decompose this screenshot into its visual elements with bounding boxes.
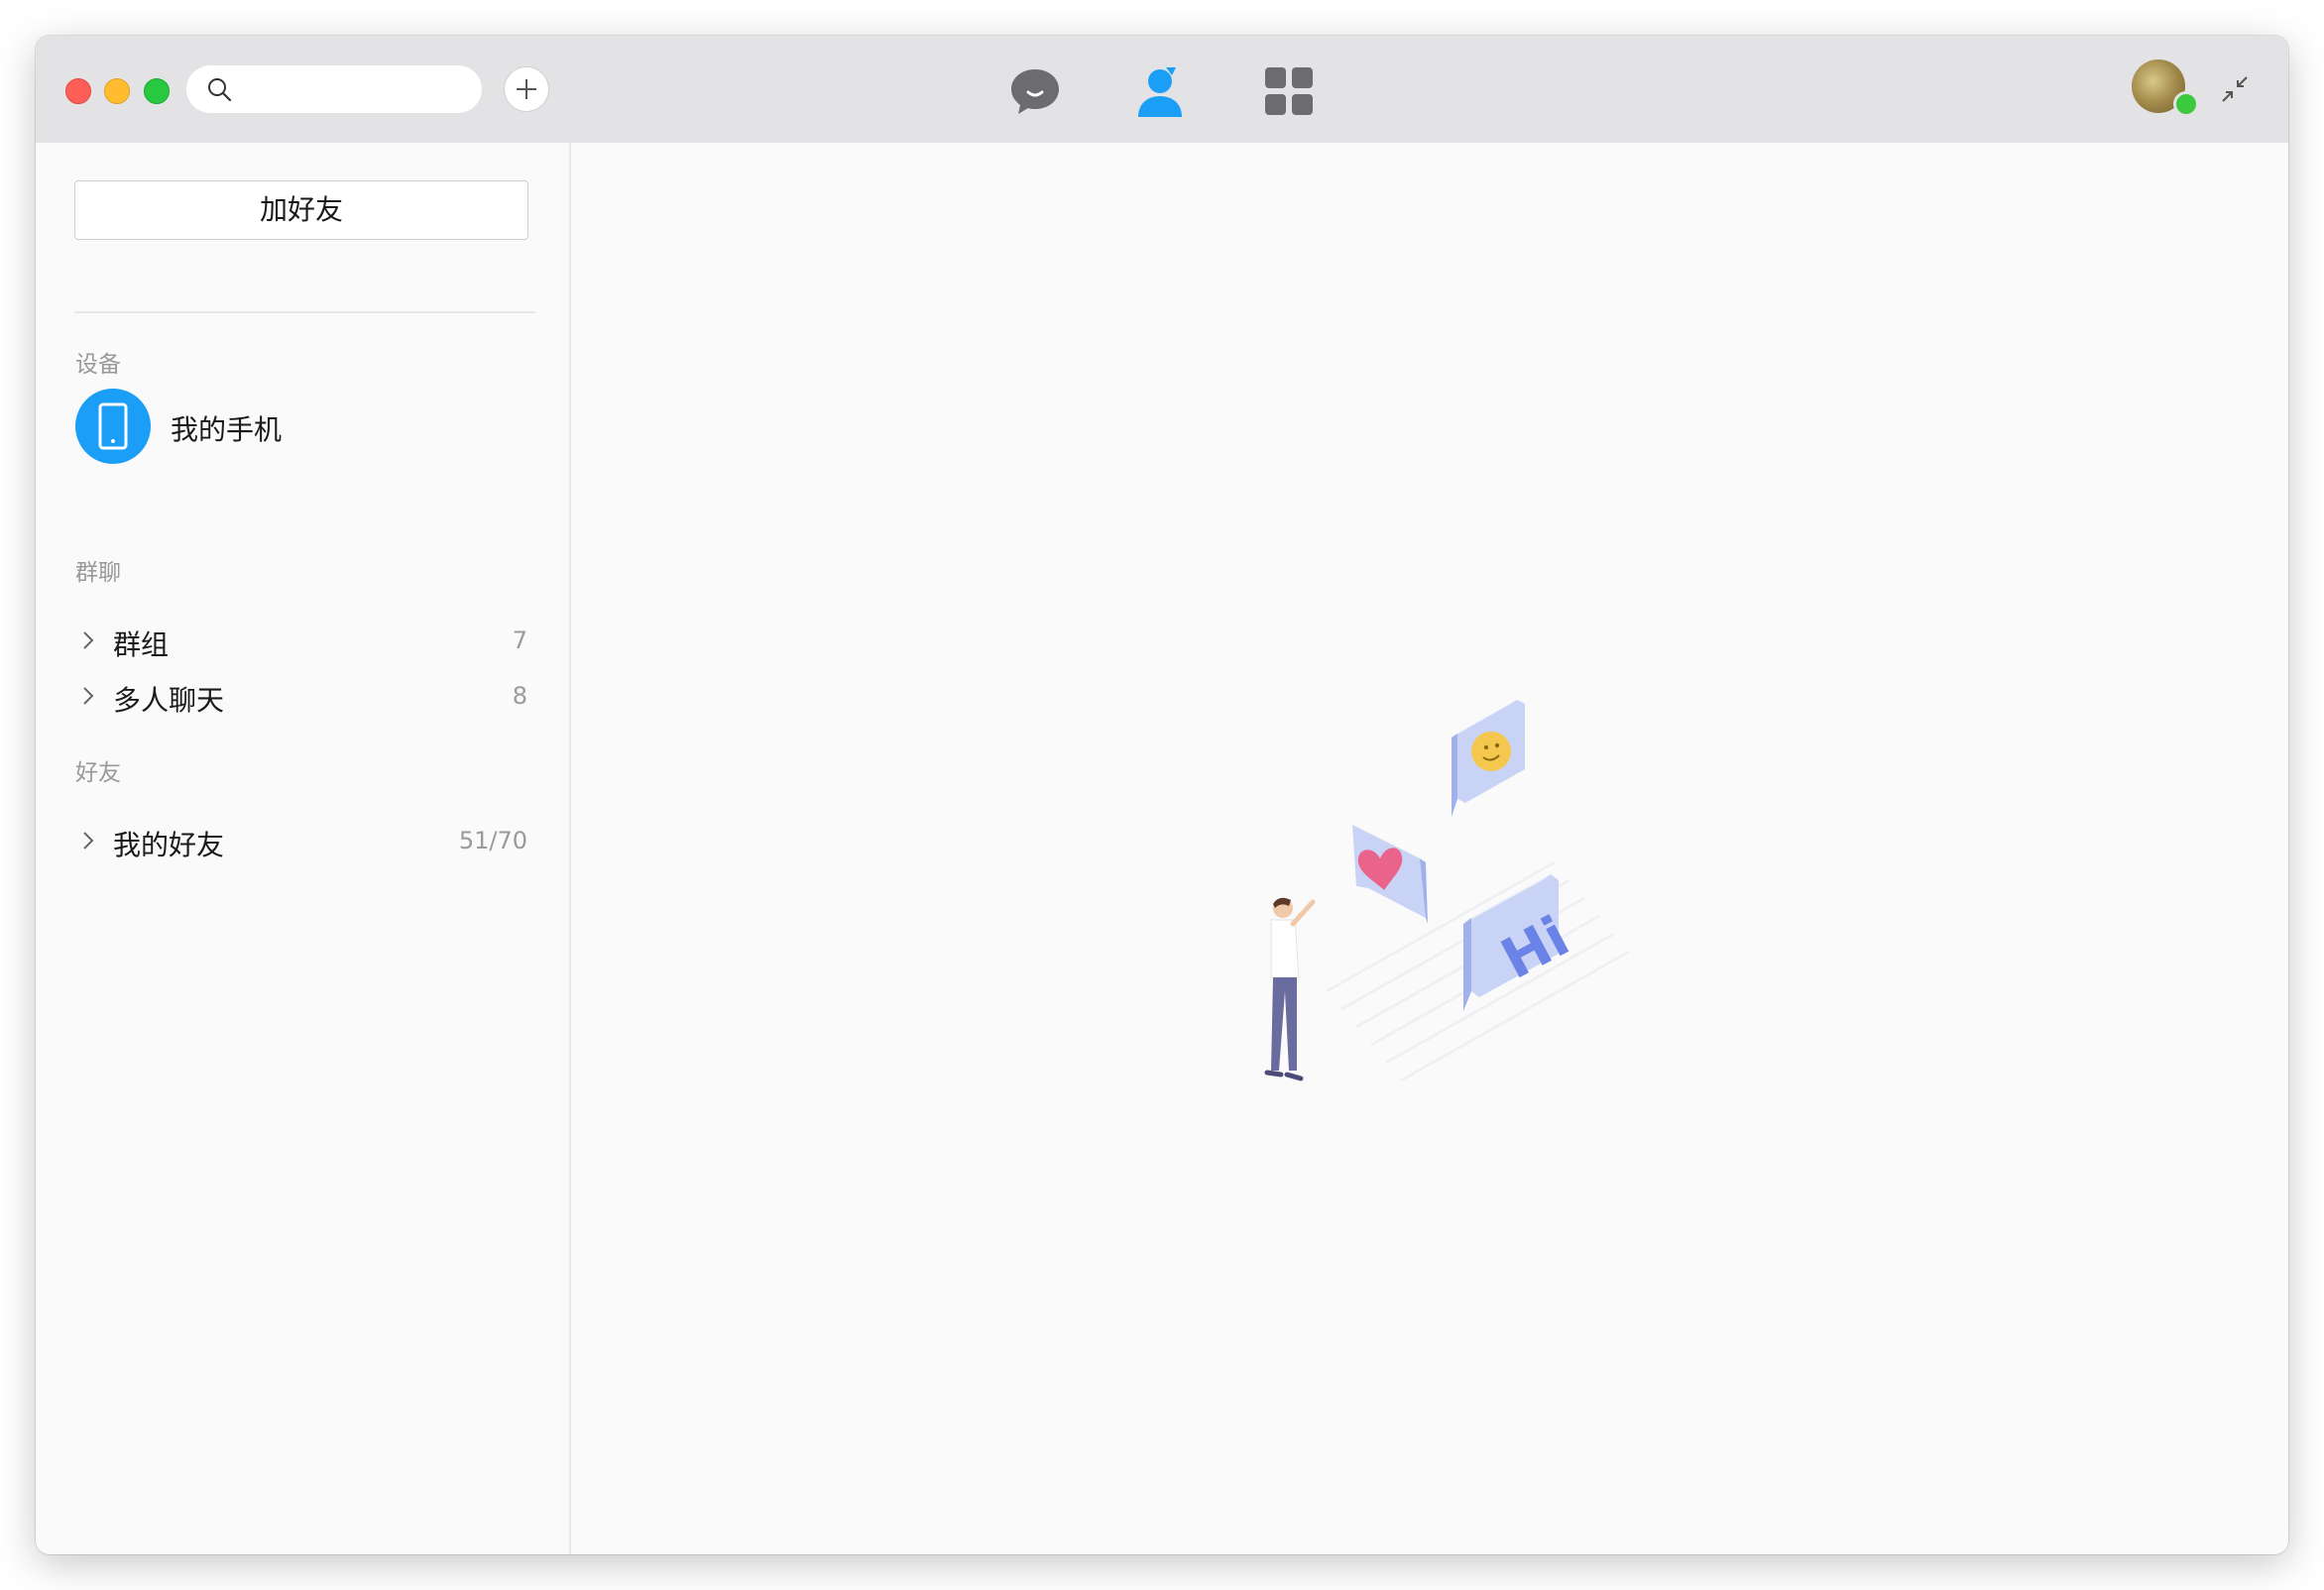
chevron-right-icon [83, 832, 94, 850]
chat-bubble-icon[interactable] [1007, 65, 1063, 117]
chevron-right-icon [83, 687, 94, 705]
group-item-groups[interactable]: 群组 7 [75, 619, 535, 664]
group-name: 群组 [113, 628, 170, 661]
close-window-button[interactable] [65, 78, 91, 104]
minimize-window-button[interactable] [104, 78, 130, 104]
device-name: 我的手机 [171, 413, 283, 446]
grid-icon[interactable] [1263, 65, 1315, 117]
section-label-friends: 好友 [75, 760, 121, 786]
app-window: 加好友 设备 我的手机 群聊 群组 7 多人聊天 8 好友 我的好友 51/70… [36, 36, 2288, 1554]
collapse-icon[interactable] [2217, 71, 2253, 107]
add-button[interactable] [504, 66, 549, 112]
empty-state-illustration: Hi [1264, 700, 1630, 1082]
search-input[interactable] [246, 73, 468, 107]
friend-group-count: 51/70 [458, 827, 527, 854]
zoom-window-button[interactable] [144, 78, 170, 104]
online-status-icon [2173, 91, 2199, 117]
section-label-devices: 设备 [75, 352, 121, 378]
chevron-right-icon [83, 631, 94, 649]
search-icon [208, 78, 232, 102]
title-bar [36, 36, 2288, 143]
group-item-multi-chat[interactable]: 多人聊天 8 [75, 674, 535, 720]
heart-bubble [1352, 825, 1428, 924]
group-count: 8 [512, 682, 527, 710]
tablet-icon [98, 402, 128, 450]
contacts-sidebar: 加好友 设备 我的手机 群聊 群组 7 多人聊天 8 好友 我的好友 51/70 [36, 143, 571, 1554]
section-label-groups: 群聊 [75, 560, 121, 586]
plus-icon [517, 79, 536, 99]
friend-group-name: 我的好友 [113, 829, 225, 861]
group-name: 多人聊天 [113, 684, 225, 717]
person-icon[interactable] [1132, 65, 1188, 119]
device-avatar [75, 389, 151, 464]
search-box[interactable] [186, 65, 482, 113]
add-friend-button[interactable]: 加好友 [74, 180, 528, 240]
friend-group-my-friends[interactable]: 我的好友 51/70 [75, 819, 535, 864]
group-count: 7 [512, 626, 527, 654]
divider [74, 311, 535, 313]
smiley-bubble [1452, 700, 1525, 817]
smiley-icon [1471, 732, 1511, 771]
person-figure [1264, 897, 1316, 1081]
main-content: Hi [571, 143, 2288, 1554]
device-item-my-phone[interactable]: 我的手机 [75, 389, 531, 468]
